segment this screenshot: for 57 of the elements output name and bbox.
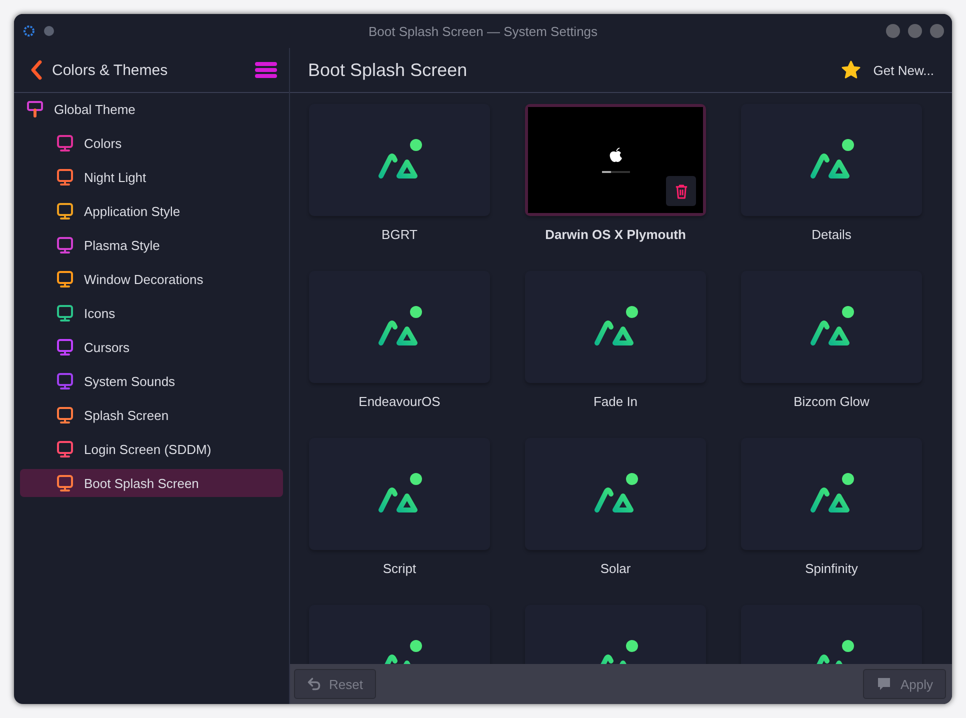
close-button[interactable] <box>930 24 944 38</box>
category-icon <box>56 338 74 356</box>
sidebar-item[interactable]: Icons <box>20 299 283 327</box>
theme-tile[interactable] <box>741 438 922 550</box>
theme-tile[interactable] <box>309 271 490 383</box>
menu-icon[interactable] <box>255 61 277 79</box>
fruit-logo-icon <box>608 147 622 163</box>
sidebar-item[interactable]: Plasma Style <box>20 231 283 259</box>
sidebar-item[interactable]: Night Light <box>20 163 283 191</box>
speech-bubble-icon <box>876 676 892 692</box>
window-title: Boot Splash Screen — System Settings <box>368 24 598 38</box>
category-icon <box>56 134 74 152</box>
trash-icon <box>674 184 688 198</box>
theme-name: Spinfinity <box>805 561 858 576</box>
sidebar-item[interactable]: Splash Screen <box>20 401 283 429</box>
page-title: Boot Splash Screen <box>308 60 468 80</box>
theme-tile[interactable] <box>309 438 490 550</box>
category-icon <box>56 406 74 424</box>
theme-name: Darwin OS X Plymouth <box>545 227 686 242</box>
theme-tile[interactable] <box>525 271 706 383</box>
sidebar-item[interactable]: Global Theme <box>20 95 283 123</box>
sidebar-item[interactable]: Window Decorations <box>20 265 283 293</box>
category-icon <box>56 304 74 322</box>
category-icon <box>56 440 74 458</box>
theme-name: BGRT <box>382 227 418 242</box>
sidebar-item[interactable]: Login Screen (SDDM) <box>20 435 283 463</box>
sidebar-item[interactable]: Boot Splash Screen <box>20 469 283 497</box>
get-new-button[interactable]: Get New... <box>837 56 938 84</box>
category-icon <box>56 236 74 254</box>
category-icon <box>56 202 74 220</box>
theme-tile[interactable] <box>741 104 922 216</box>
sidebar-item[interactable]: Cursors <box>20 333 283 361</box>
pin-button[interactable] <box>44 26 54 36</box>
star-icon <box>841 60 862 80</box>
sidebar-item[interactable]: Colors <box>20 129 283 157</box>
undo-icon <box>307 676 322 692</box>
brush-icon <box>26 100 44 118</box>
section-title: Colors & Themes <box>52 62 169 78</box>
category-icon <box>56 474 74 492</box>
delete-button[interactable] <box>666 176 696 206</box>
theme-tile[interactable] <box>741 271 922 383</box>
category-icon <box>56 168 74 186</box>
sidebar-item[interactable]: System Sounds <box>20 367 283 395</box>
minimize-button[interactable] <box>886 24 900 38</box>
maximize-button[interactable] <box>908 24 922 38</box>
theme-name: Script <box>382 561 416 576</box>
theme-name: Solar <box>600 561 631 576</box>
theme-name: EndeavourOS <box>358 394 440 409</box>
theme-name: Bizcom Glow <box>794 394 870 409</box>
theme-tile[interactable] <box>525 438 706 550</box>
theme-name: Fade In <box>593 394 638 409</box>
sidebar-item[interactable]: Application Style <box>20 197 283 225</box>
category-icon <box>56 372 74 390</box>
back-icon[interactable] <box>30 60 42 80</box>
category-icon <box>56 270 74 288</box>
theme-name: Details <box>812 227 852 242</box>
theme-tile[interactable] <box>309 104 490 216</box>
